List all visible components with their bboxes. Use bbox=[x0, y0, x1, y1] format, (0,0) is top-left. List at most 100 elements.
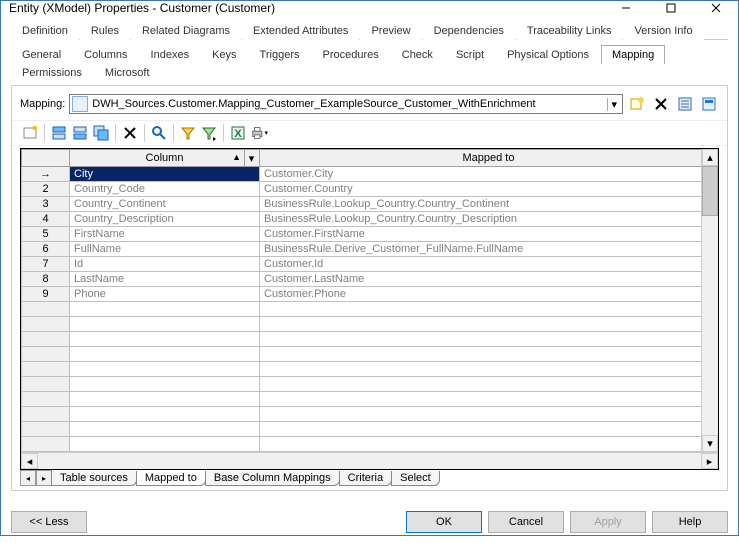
table-row[interactable]: 6FullNameBusinessRule.Derive_Customer_Fu… bbox=[22, 242, 718, 257]
tab-dependencies[interactable]: Dependencies bbox=[423, 21, 515, 40]
table-row[interactable]: →CityCustomer.City bbox=[22, 167, 718, 182]
mapping-grid[interactable]: Column▲▾ Mapped to▾ →CityCustomer.City2C… bbox=[20, 148, 719, 470]
row-header[interactable]: 9 bbox=[22, 287, 70, 302]
vertical-scrollbar[interactable]: ▴ ▾ bbox=[701, 149, 718, 452]
table-row[interactable]: 9PhoneCustomer.Phone bbox=[22, 287, 718, 302]
table-row-empty[interactable] bbox=[22, 317, 718, 332]
tab-related-diagrams[interactable]: Related Diagrams bbox=[131, 21, 241, 40]
column-filter-dropdown-icon[interactable]: ▾ bbox=[244, 150, 258, 166]
horizontal-scrollbar[interactable]: ◂ ▸ bbox=[21, 452, 718, 469]
cell-column[interactable]: FullName bbox=[70, 242, 260, 257]
table-row-empty[interactable] bbox=[22, 302, 718, 317]
delete-mapping-icon[interactable] bbox=[651, 94, 671, 114]
scroll-thumb[interactable] bbox=[702, 166, 718, 216]
cell-mapped-to[interactable]: Customer.LastName bbox=[260, 272, 718, 287]
append-row-icon[interactable] bbox=[70, 123, 90, 143]
tab-extended-attributes[interactable]: Extended Attributes bbox=[242, 21, 359, 40]
cell-column[interactable]: Country_Continent bbox=[70, 197, 260, 212]
maximize-button[interactable] bbox=[648, 1, 693, 15]
delete-row-icon[interactable] bbox=[120, 123, 140, 143]
tab-physical-options[interactable]: Physical Options bbox=[496, 45, 600, 64]
close-button[interactable] bbox=[693, 1, 738, 15]
column-header-column[interactable]: Column▲▾ bbox=[70, 150, 260, 167]
tab-mapping[interactable]: Mapping bbox=[601, 45, 665, 64]
row-header[interactable]: 7 bbox=[22, 257, 70, 272]
excel-export-icon[interactable]: X bbox=[228, 123, 248, 143]
bottom-tab-select[interactable]: Select bbox=[391, 471, 440, 486]
cell-column[interactable]: Phone bbox=[70, 287, 260, 302]
cell-mapped-to[interactable]: BusinessRule.Lookup_Country.Country_Desc… bbox=[260, 212, 718, 227]
table-row[interactable]: 5FirstNameCustomer.FirstName bbox=[22, 227, 718, 242]
mapping-dropdown-icon[interactable]: ▾ bbox=[607, 98, 620, 111]
table-row[interactable]: 7IdCustomer.Id bbox=[22, 257, 718, 272]
tab-version-info[interactable]: Version Info bbox=[623, 21, 703, 40]
filter-icon[interactable] bbox=[178, 123, 198, 143]
cell-column[interactable]: City bbox=[70, 167, 260, 182]
bottom-tab-base-column-mappings[interactable]: Base Column Mappings bbox=[205, 471, 340, 486]
row-header[interactable]: 2 bbox=[22, 182, 70, 197]
ok-button[interactable]: OK bbox=[406, 511, 482, 533]
cell-mapped-to[interactable]: BusinessRule.Derive_Customer_FullName.Fu… bbox=[260, 242, 718, 257]
tab-check[interactable]: Check bbox=[391, 45, 444, 64]
row-header-corner[interactable] bbox=[22, 150, 70, 167]
table-row-empty[interactable] bbox=[22, 332, 718, 347]
tab-keys[interactable]: Keys bbox=[201, 45, 247, 64]
table-row-empty[interactable] bbox=[22, 377, 718, 392]
cell-mapped-to[interactable]: Customer.Phone bbox=[260, 287, 718, 302]
create-mapping-icon[interactable] bbox=[627, 94, 647, 114]
print-icon[interactable]: ▾ bbox=[249, 123, 269, 143]
row-header[interactable]: 8 bbox=[22, 272, 70, 287]
cell-column[interactable]: Id bbox=[70, 257, 260, 272]
cell-column[interactable]: Country_Description bbox=[70, 212, 260, 227]
table-row-empty[interactable] bbox=[22, 347, 718, 362]
cell-column[interactable]: FirstName bbox=[70, 227, 260, 242]
mapping-input[interactable] bbox=[92, 98, 607, 110]
tab-indexes[interactable]: Indexes bbox=[140, 45, 201, 64]
row-header[interactable]: 3 bbox=[22, 197, 70, 212]
last-tab-icon[interactable]: ▸ bbox=[36, 470, 52, 486]
table-row-empty[interactable] bbox=[22, 392, 718, 407]
table-row[interactable]: 2Country_CodeCustomer.Country bbox=[22, 182, 718, 197]
row-header[interactable]: 6 bbox=[22, 242, 70, 257]
minimize-button[interactable] bbox=[603, 1, 648, 15]
bottom-tab-mapped-to[interactable]: Mapped to bbox=[136, 471, 206, 486]
filter-settings-icon[interactable] bbox=[199, 123, 219, 143]
duplicate-row-icon[interactable] bbox=[91, 123, 111, 143]
tab-procedures[interactable]: Procedures bbox=[311, 45, 389, 64]
table-row-empty[interactable] bbox=[22, 362, 718, 377]
add-row-icon[interactable] bbox=[20, 123, 40, 143]
tab-preview[interactable]: Preview bbox=[360, 21, 421, 40]
row-header[interactable]: → bbox=[22, 167, 70, 182]
properties-icon[interactable] bbox=[675, 94, 695, 114]
table-row[interactable]: 4Country_DescriptionBusinessRule.Lookup_… bbox=[22, 212, 718, 227]
tab-triggers[interactable]: Triggers bbox=[249, 45, 311, 64]
cell-mapped-to[interactable]: Customer.Id bbox=[260, 257, 718, 272]
scroll-left-icon[interactable]: ◂ bbox=[21, 453, 38, 469]
scroll-up-icon[interactable]: ▴ bbox=[702, 149, 718, 166]
tab-microsoft[interactable]: Microsoft bbox=[94, 63, 161, 82]
tab-traceability-links[interactable]: Traceability Links bbox=[516, 21, 623, 40]
table-row-empty[interactable] bbox=[22, 437, 718, 452]
row-header[interactable]: 5 bbox=[22, 227, 70, 242]
insert-row-icon[interactable] bbox=[49, 123, 69, 143]
table-row-empty[interactable] bbox=[22, 407, 718, 422]
generate-icon[interactable] bbox=[699, 94, 719, 114]
cell-mapped-to[interactable]: Customer.City bbox=[260, 167, 718, 182]
cell-column[interactable]: Country_Code bbox=[70, 182, 260, 197]
tab-rules[interactable]: Rules bbox=[80, 21, 130, 40]
cancel-button[interactable]: Cancel bbox=[488, 511, 564, 533]
scroll-right-icon[interactable]: ▸ bbox=[701, 453, 718, 469]
tab-columns[interactable]: Columns bbox=[73, 45, 138, 64]
less-button[interactable]: << Less bbox=[11, 511, 87, 533]
tab-script[interactable]: Script bbox=[445, 45, 495, 64]
mapping-combo[interactable]: ▾ bbox=[69, 94, 623, 114]
table-row[interactable]: 8LastNameCustomer.LastName bbox=[22, 272, 718, 287]
find-icon[interactable] bbox=[149, 123, 169, 143]
first-tab-icon[interactable]: ◂ bbox=[20, 470, 36, 486]
row-header[interactable]: 4 bbox=[22, 212, 70, 227]
cell-mapped-to[interactable]: Customer.Country bbox=[260, 182, 718, 197]
tab-permissions[interactable]: Permissions bbox=[11, 63, 93, 82]
cell-mapped-to[interactable]: Customer.FirstName bbox=[260, 227, 718, 242]
table-row-empty[interactable] bbox=[22, 422, 718, 437]
bottom-tab-criteria[interactable]: Criteria bbox=[339, 471, 392, 486]
